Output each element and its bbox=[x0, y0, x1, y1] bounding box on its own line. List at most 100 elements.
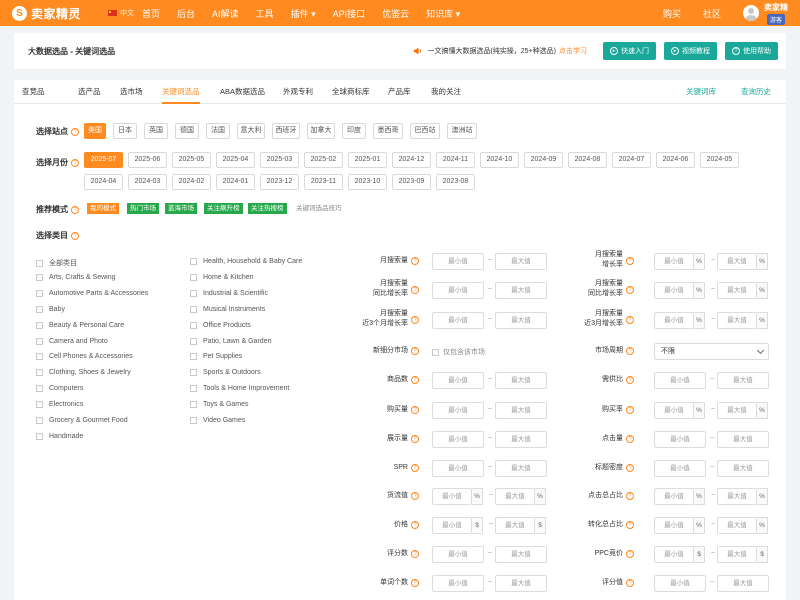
month-chip[interactable]: 2023-08 bbox=[436, 174, 475, 190]
help-icon[interactable]: ? bbox=[411, 286, 419, 294]
category-checkbox[interactable]: Handmade bbox=[36, 432, 83, 440]
nav-item[interactable]: 首页 bbox=[142, 7, 160, 20]
category-checkbox[interactable]: Musical Instruments bbox=[190, 305, 265, 313]
min-value-input[interactable]: 最小值 bbox=[654, 282, 694, 299]
help-icon[interactable]: ? bbox=[626, 257, 634, 265]
help-icon[interactable]: ? bbox=[626, 550, 634, 558]
min-value-input[interactable]: 最小值 bbox=[432, 575, 484, 592]
category-checkbox[interactable]: Health, Household & Baby Care bbox=[190, 258, 302, 265]
checkbox-icon[interactable] bbox=[36, 401, 43, 409]
max-value-input[interactable]: 最大值 bbox=[495, 372, 547, 389]
help-icon[interactable]: ? bbox=[411, 257, 419, 265]
help-icon[interactable]: ? bbox=[411, 521, 419, 529]
tab-item[interactable]: ABA数据选品 bbox=[220, 80, 265, 104]
help-icon[interactable]: ? bbox=[411, 316, 419, 324]
month-chip[interactable]: 2024-11 bbox=[436, 152, 475, 168]
max-value-input[interactable]: 最大值 bbox=[717, 253, 757, 270]
tab-item[interactable]: 我的关注 bbox=[431, 80, 461, 104]
min-value-input[interactable]: 最小值 bbox=[654, 431, 706, 448]
max-value-input[interactable]: 最大值 bbox=[495, 431, 547, 448]
checkbox-icon[interactable] bbox=[36, 385, 43, 393]
checkbox-icon[interactable] bbox=[190, 321, 197, 329]
nav-item[interactable]: 社区 bbox=[703, 7, 721, 20]
month-chip[interactable]: 2024-03 bbox=[128, 174, 167, 190]
min-value-input[interactable]: 最小值 bbox=[432, 488, 472, 505]
mode-tag[interactable]: 我的模式 bbox=[87, 203, 119, 214]
category-checkbox[interactable]: Cell Phones & Accessories bbox=[36, 353, 133, 361]
checkbox-icon[interactable] bbox=[190, 385, 197, 393]
nav-item[interactable]: 工具 bbox=[256, 7, 274, 20]
month-chip[interactable]: 2023-09 bbox=[392, 174, 431, 190]
tab-right-link[interactable]: 关键词库 bbox=[686, 80, 716, 104]
checkbox-icon[interactable] bbox=[190, 369, 197, 377]
category-checkbox[interactable]: Electronics bbox=[36, 401, 83, 409]
max-value-input[interactable]: 最大值 bbox=[717, 402, 757, 419]
max-value-input[interactable]: 最大值 bbox=[495, 253, 547, 270]
max-value-input[interactable]: 最大值 bbox=[495, 546, 547, 563]
min-value-input[interactable]: 最小值 bbox=[432, 282, 484, 299]
station-chip[interactable]: 美国 bbox=[84, 123, 106, 139]
min-value-input[interactable]: 最小值 bbox=[654, 517, 694, 534]
nav-item[interactable]: 购买 bbox=[663, 7, 681, 20]
help-icon[interactable]: ? bbox=[626, 464, 634, 472]
mode-tag[interactable]: 热门市场 bbox=[127, 203, 159, 214]
category-checkbox[interactable]: Video Games bbox=[190, 417, 245, 424]
category-checkbox[interactable]: Toys & Games bbox=[190, 401, 249, 409]
max-value-input[interactable]: 最大值 bbox=[717, 460, 769, 477]
category-checkbox[interactable]: Beauty & Personal Care bbox=[36, 321, 124, 329]
market-cycle-select[interactable]: 不限 bbox=[654, 343, 769, 360]
checkbox-icon[interactable] bbox=[36, 417, 43, 424]
max-value-input[interactable]: 最大值 bbox=[495, 312, 547, 329]
mode-tag[interactable]: 关注热搜榜 bbox=[248, 203, 287, 214]
tab-item[interactable]: 查竞品 bbox=[22, 80, 45, 104]
month-chip[interactable]: 2024-04 bbox=[84, 174, 123, 190]
help-icon[interactable]: ? bbox=[626, 286, 634, 294]
min-value-input[interactable]: 最小值 bbox=[432, 402, 484, 419]
max-value-input[interactable]: 最大值 bbox=[717, 372, 769, 389]
month-chip[interactable]: 2024-10 bbox=[480, 152, 519, 168]
station-chip[interactable]: 加拿大 bbox=[307, 123, 335, 139]
help-icon[interactable]: ? bbox=[411, 464, 419, 472]
checkbox-icon[interactable] bbox=[36, 353, 43, 361]
station-chip[interactable]: 德国 bbox=[175, 123, 199, 139]
checkbox-icon[interactable] bbox=[36, 369, 43, 377]
month-chip[interactable]: 2024-08 bbox=[568, 152, 607, 168]
min-value-input[interactable]: 最小值 bbox=[654, 488, 694, 505]
tab-item[interactable]: 选市场 bbox=[120, 80, 143, 104]
nav-item[interactable]: AI解读 bbox=[212, 7, 239, 20]
min-value-input[interactable]: 最小值 bbox=[654, 575, 706, 592]
max-value-input[interactable]: 最大值 bbox=[495, 460, 547, 477]
checkbox-icon[interactable] bbox=[432, 348, 439, 356]
max-value-input[interactable]: 最大值 bbox=[495, 402, 547, 419]
min-value-input[interactable]: 最小值 bbox=[654, 312, 694, 329]
max-value-input[interactable]: 最大值 bbox=[717, 575, 769, 592]
month-chip[interactable]: 2024-07 bbox=[612, 152, 651, 168]
max-value-input[interactable]: 最大值 bbox=[717, 431, 769, 448]
month-chip[interactable]: 2024-01 bbox=[216, 174, 255, 190]
station-chip[interactable]: 墨西哥 bbox=[373, 123, 403, 139]
station-chip[interactable]: 意大利 bbox=[237, 123, 265, 139]
category-checkbox[interactable]: Camera and Photo bbox=[36, 337, 108, 345]
mode-tag[interactable]: 关键词选品技巧 bbox=[293, 203, 345, 214]
help-icon[interactable]: ? bbox=[411, 492, 419, 500]
help-icon[interactable]: ? bbox=[626, 347, 634, 355]
month-chip[interactable]: 2025-02 bbox=[304, 152, 343, 168]
checkbox-icon[interactable] bbox=[36, 432, 43, 440]
help-icon[interactable]: ? bbox=[71, 158, 79, 167]
month-chip[interactable]: 2023-12 bbox=[260, 174, 299, 190]
mode-tag[interactable]: 关注飙升榜 bbox=[204, 203, 243, 214]
checkbox-icon[interactable] bbox=[190, 353, 197, 361]
mode-tag[interactable]: 蓝海市场 bbox=[165, 203, 197, 214]
tab-right-link[interactable]: 查询历史 bbox=[741, 80, 771, 104]
category-checkbox[interactable]: Clothing, Shoes & Jewelry bbox=[36, 369, 131, 377]
help-icon[interactable]: ? bbox=[626, 521, 634, 529]
checkbox-icon[interactable] bbox=[190, 258, 197, 265]
category-checkbox[interactable]: Sports & Outdoors bbox=[190, 369, 261, 377]
checkbox-icon[interactable] bbox=[36, 289, 43, 297]
min-value-input[interactable]: 最小值 bbox=[432, 546, 484, 563]
checkbox-icon[interactable] bbox=[190, 401, 197, 409]
category-checkbox[interactable]: Baby bbox=[36, 305, 65, 313]
help-button[interactable]: ? 使用帮助 bbox=[725, 42, 778, 60]
tab-item[interactable]: 全球商标库 bbox=[332, 80, 370, 104]
category-checkbox[interactable]: Arts, Crafts & Sewing bbox=[36, 273, 116, 281]
